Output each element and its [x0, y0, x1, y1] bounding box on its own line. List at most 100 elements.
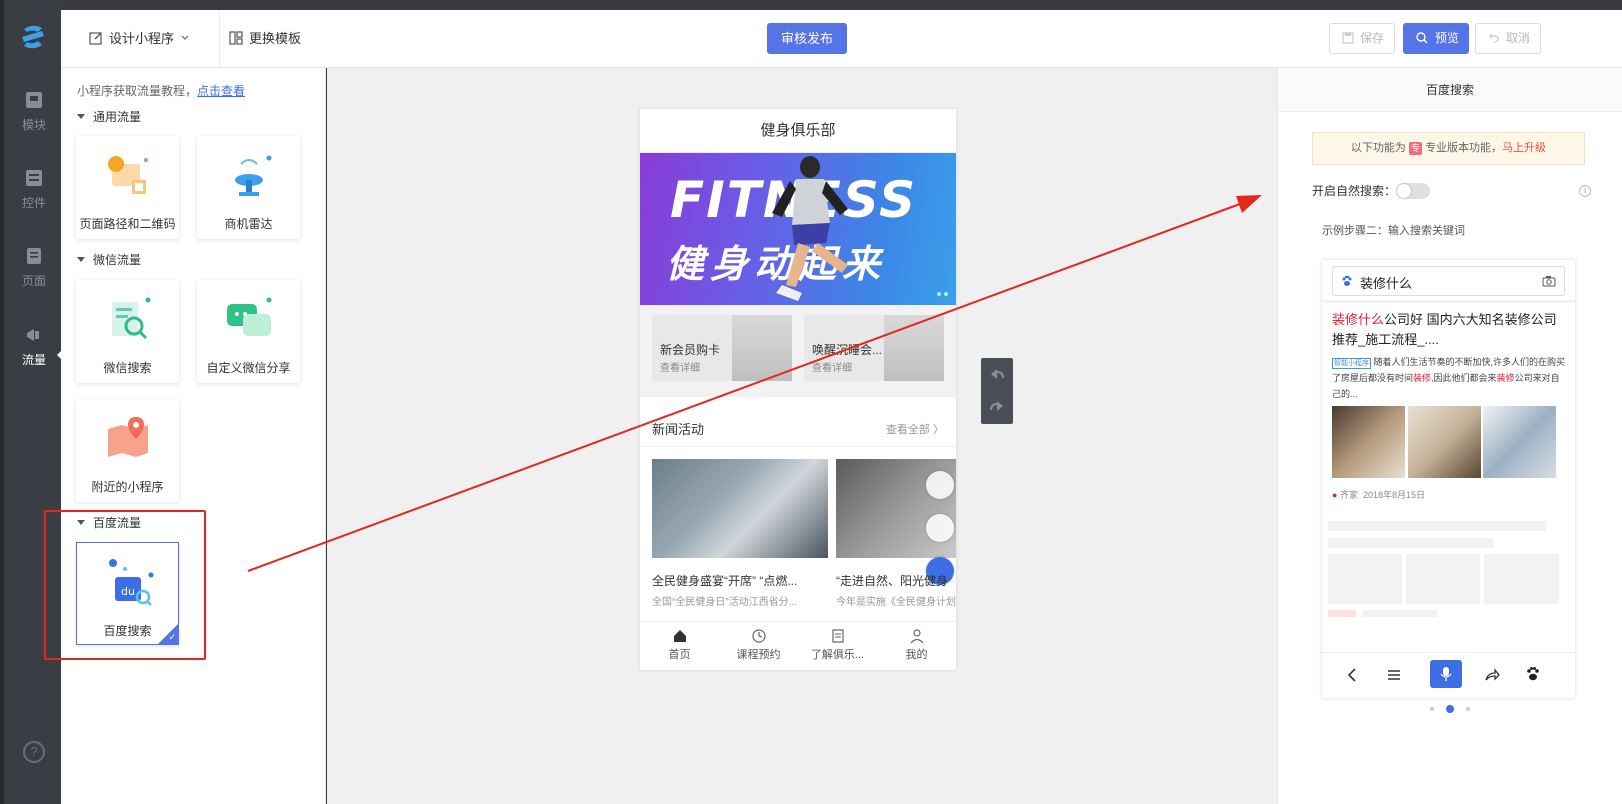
result-keyword: 装修 — [1496, 373, 1515, 383]
pro-badge: 专 — [1408, 142, 1422, 155]
result-text: ,因此他们都会来 — [1431, 373, 1497, 383]
design-dropdown[interactable]: 设计小程序 — [89, 28, 190, 47]
rail-item-modules[interactable]: 模块 — [8, 90, 60, 150]
rail-item-pages[interactable]: 页面 — [8, 246, 60, 306]
result-date: 2018年8月15日 — [1362, 490, 1426, 500]
tab-label: 了解俱乐... — [810, 649, 865, 661]
publish-button[interactable]: 审核发布 — [767, 23, 847, 54]
clock-icon — [751, 629, 766, 643]
card-label: 自定义微信分享 — [206, 361, 291, 375]
traffic-panel: 小程序获取流量教程，点击查看 通用流量 页面路径和二维码 商机雷达 微信流量 微… — [61, 68, 326, 804]
skeleton-line — [1328, 521, 1546, 531]
upgrade-notice: 以下功能为 专 专业版本功能，马上升级 — [1312, 132, 1585, 165]
news-image[interactable] — [652, 459, 828, 558]
tab-home[interactable]: 首页 — [640, 622, 719, 670]
news-caption: “走进自然、阳光健身 — [836, 574, 948, 588]
notice-text: 以下功能为 — [1350, 142, 1406, 154]
card-custom-wechat-share[interactable]: 自定义微信分享 — [197, 280, 300, 383]
tutorial-tip: 小程序获取流量教程，点击查看 — [77, 82, 245, 99]
cancel-label: 取消 — [1506, 31, 1531, 45]
share-icon[interactable] — [1484, 667, 1500, 683]
redo-icon[interactable] — [989, 398, 1005, 414]
page-icon — [27, 248, 41, 264]
promo-card[interactable]: 新会员购卡 查看详细 — [652, 315, 792, 381]
template-label: 更换模板 — [249, 31, 302, 46]
share-fab-icon[interactable] — [926, 471, 954, 499]
rail-item-controls[interactable]: 控件 — [8, 168, 60, 228]
promo-image — [732, 315, 792, 381]
section-title[interactable]: 微信流量 — [77, 251, 141, 268]
annotation-highlight-box — [44, 510, 206, 660]
card-nearby-miniprogram[interactable]: 附近的小程序 — [76, 399, 179, 502]
rail-item-label: 流量 — [21, 353, 46, 367]
cancel-button[interactable]: 取消 — [1475, 23, 1541, 54]
preview-label: 预览 — [1435, 31, 1460, 45]
card-wechat-search[interactable]: 微信搜索 — [76, 280, 179, 383]
result-body: 智能小程序 随着人们生活节奏的不断加快,许多人们的在购买了房屋后都没有时间装修,… — [1332, 354, 1567, 402]
info-icon[interactable]: i — [1579, 185, 1591, 197]
search-icon — [1416, 32, 1428, 44]
promo-image — [884, 315, 944, 381]
result-thumbnail — [1332, 406, 1405, 478]
section-title[interactable]: 通用流量 — [77, 108, 141, 125]
news-title: 新闻活动 — [652, 422, 705, 437]
camera-icon — [1542, 276, 1556, 287]
card-label: 商机雷达 — [224, 217, 273, 231]
preview-button[interactable]: 预览 — [1403, 23, 1469, 54]
skeleton-block — [1406, 554, 1480, 604]
help-icon[interactable]: ? — [23, 741, 45, 763]
hero-banner[interactable]: FITNESS 健身动起来 — [640, 153, 956, 305]
tab-course-booking[interactable]: 课程预约 — [719, 622, 798, 670]
back-icon[interactable] — [1344, 667, 1360, 683]
template-icon — [229, 30, 243, 45]
result-keyword: 装修 — [1413, 373, 1432, 383]
radar-icon — [235, 155, 272, 196]
news-more-link[interactable]: 查看全部 〉 — [886, 421, 944, 437]
skeleton-line — [1328, 538, 1494, 548]
tip-text: 小程序获取流量教程， — [77, 84, 198, 98]
rail-item-traffic[interactable]: 流量 — [8, 325, 65, 385]
result-thumbnail — [1483, 406, 1556, 478]
runner-image — [772, 156, 848, 301]
tab-label: 我的 — [905, 649, 928, 661]
phone-tabbar: 首页 课程预约 了解俱乐... 我的 — [640, 621, 956, 670]
tutorial-link[interactable]: 点击查看 — [197, 84, 245, 98]
megaphone-icon — [27, 329, 39, 341]
design-label: 设计小程序 — [109, 31, 175, 46]
result-title: 装修什么公司好 国内六大知名装修公司推荐_施工流程_.... — [1332, 310, 1567, 350]
baidu-paw-icon[interactable] — [1525, 666, 1541, 682]
news-header: 新闻活动 查看全部 〉 — [640, 407, 956, 447]
skeleton-line — [1362, 610, 1437, 617]
miniprogram-tag: 智能小程序 — [1332, 358, 1371, 369]
microphone-icon — [1440, 667, 1452, 681]
template-switch-button[interactable]: 更换模板 — [229, 28, 301, 47]
tab-label: 首页 — [668, 649, 691, 661]
save-button[interactable]: 保存 — [1329, 23, 1395, 54]
phone-fab-icon[interactable] — [926, 514, 954, 542]
window-top-edge — [61, 0, 1622, 10]
card-business-radar[interactable]: 商机雷达 — [197, 136, 300, 239]
control-icon — [26, 170, 42, 186]
news-sub: 今年是实施《全民健身计划 — [836, 597, 956, 608]
promo-title: 新会员购卡 — [660, 343, 721, 357]
map-pin-icon — [108, 417, 148, 457]
rail-item-label: 模块 — [21, 118, 46, 132]
promo-sub: 查看详细 — [812, 363, 852, 374]
news-sub: 全国“全民健身日”活动江西省分... — [652, 597, 797, 608]
card-page-path-qrcode[interactable]: 页面路径和二维码 — [76, 136, 179, 239]
rail-item-label: 控件 — [21, 196, 46, 210]
news-caption: 全民健身盛宴“开席” “点燃... — [652, 574, 798, 588]
undo-icon[interactable] — [989, 366, 1005, 382]
tab-about-club[interactable]: 了解俱乐... — [798, 622, 877, 670]
promo-card[interactable]: 唤醒沉睡会... 查看详细 — [804, 315, 944, 381]
wechat-search-icon — [112, 297, 151, 340]
app-logo-icon — [22, 25, 44, 49]
preview-pagination[interactable] — [1424, 701, 1476, 715]
menu-icon[interactable] — [1386, 667, 1402, 683]
upgrade-link[interactable]: 马上升级 — [1502, 142, 1546, 154]
voice-button[interactable] — [1430, 660, 1462, 688]
natural-search-toggle[interactable] — [1396, 183, 1430, 199]
baidu-bottom-bar — [1322, 652, 1575, 698]
app-window: 模块 控件 页面 流量 ? 设计小程序 更换模板 审核发布 保存 预览 取消 小… — [0, 0, 1622, 804]
tab-mine[interactable]: 我的 — [877, 622, 956, 670]
